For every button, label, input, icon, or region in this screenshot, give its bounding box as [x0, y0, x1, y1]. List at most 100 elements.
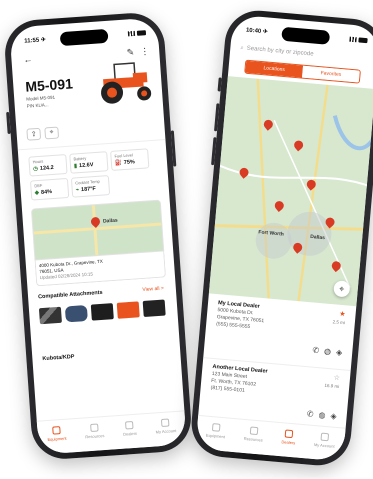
- battery-icon: ▮: [73, 163, 78, 170]
- dealer-locator-screen: 10:40 ✈ ⌕ Search by city or zipcode Loca…: [195, 14, 373, 462]
- stat-value: ⌁ 187°F: [75, 186, 96, 194]
- dealer-pin-icon[interactable]: [325, 217, 335, 229]
- book-icon: [90, 423, 99, 432]
- equipment-meta-model: Model M5-091: [26, 94, 56, 102]
- view-all-link[interactable]: View all >: [142, 286, 164, 293]
- dealer-pin-icon[interactable]: [239, 168, 249, 180]
- globe-icon[interactable]: ◍: [324, 347, 332, 357]
- stat-label: Hours: [32, 158, 44, 165]
- attachment-image[interactable]: [116, 301, 140, 319]
- tab-equipment[interactable]: Equipment: [206, 423, 226, 439]
- equipment-detail-screen: 11:55 ✈ ← ✎ ⋮ M5-091 Model M5-091 PIN KUA…: [9, 17, 187, 455]
- fuel-icon: ⛽: [114, 160, 123, 167]
- equipment-meta-pin: PIN KUA...: [26, 102, 49, 109]
- edit-icon[interactable]: ✎: [126, 47, 134, 58]
- stats-row-1: Hours ◷ 124.2 Battery ▮ 12.6V Fuel Level ⛽ 75%: [28, 148, 150, 177]
- tab-bar: Equipment Resources Dealers My Account: [36, 410, 187, 455]
- user-icon: [320, 432, 330, 442]
- signal-icon: [127, 30, 136, 36]
- attachment-image[interactable]: [38, 306, 62, 325]
- favorite-star-outline-icon[interactable]: ☆: [333, 375, 340, 383]
- stat-card-battery[interactable]: Battery ▮ 12.6V: [69, 151, 109, 174]
- stat-card-coolant[interactable]: Coolant Temp ⌁ 187°F: [70, 175, 111, 198]
- stats-row-2: DEF ◆ 84% Coolant Temp ⌁ 187°F: [29, 175, 111, 201]
- clock-icon: ◷: [32, 166, 39, 173]
- search-input[interactable]: Search by city or zipcode: [246, 46, 313, 58]
- map-pin-label: Dallas: [102, 217, 118, 225]
- volume-button: [6, 111, 11, 135]
- tab-resources[interactable]: Resources: [243, 426, 263, 443]
- mute-switch: [217, 77, 222, 92]
- phone-icon[interactable]: ✆: [312, 346, 319, 356]
- attachments-title: Compatible Attachments: [37, 289, 103, 301]
- directions-icon[interactable]: ◈: [336, 348, 343, 358]
- segment-locations[interactable]: Locations: [245, 60, 304, 78]
- dynamic-island: [59, 28, 109, 47]
- map-road: [91, 205, 99, 256]
- stat-card-hours[interactable]: Hours ◷ 124.2: [28, 154, 68, 177]
- dealer-pin-icon[interactable]: [293, 243, 303, 255]
- store-icon: [125, 420, 134, 430]
- signal-icon: [349, 36, 357, 42]
- location-pin-icon: [91, 217, 101, 229]
- location-map[interactable]: Dallas: [30, 199, 165, 261]
- power-button: [170, 130, 177, 167]
- back-arrow-icon[interactable]: ←: [23, 54, 33, 65]
- attachment-image[interactable]: [64, 304, 88, 323]
- tab-my-account[interactable]: My Account: [314, 432, 336, 449]
- store-icon: [284, 429, 294, 439]
- dealer-distance: 2.5 mi: [332, 319, 346, 326]
- dealer-map[interactable]: Fort Worth Dallas ⌖: [208, 76, 373, 307]
- phone-right: 10:40 ✈ ⌕ Search by city or zipcode Loca…: [188, 7, 373, 469]
- status-time: 11:55 ✈: [24, 36, 47, 45]
- stat-label: DEF: [34, 182, 43, 189]
- dealer-pin-icon[interactable]: [331, 261, 341, 273]
- stat-card-def[interactable]: DEF ◆ 84%: [29, 177, 70, 201]
- tab-dealers[interactable]: Dealers: [122, 420, 137, 437]
- tab-dealers[interactable]: Dealers: [281, 429, 296, 445]
- phone-icon[interactable]: ✆: [307, 409, 314, 419]
- stat-label: Coolant Temp: [75, 178, 100, 186]
- user-icon: [161, 418, 170, 428]
- dealer-pin-icon[interactable]: [294, 140, 304, 152]
- attachment-image[interactable]: [90, 303, 114, 321]
- attachment-image[interactable]: [142, 299, 166, 318]
- stat-card-fuel[interactable]: Fuel Level ⛽ 75%: [110, 148, 150, 171]
- map-roads: [214, 78, 373, 302]
- dealer-actions: ✆ ◍ ◈: [307, 409, 338, 421]
- dealer-distance: 16.9 mi: [324, 382, 340, 390]
- dealer-actions: ✆ ◍ ◈: [312, 346, 343, 358]
- more-vertical-icon[interactable]: ⋮: [140, 45, 150, 57]
- section-title: Kubota/KDP: [42, 353, 75, 363]
- directions-icon[interactable]: ◈: [330, 411, 337, 421]
- stat-value: ⛽ 75%: [114, 159, 136, 167]
- favorite-star-icon[interactable]: ★: [339, 311, 346, 319]
- share-button[interactable]: ⇪: [26, 127, 42, 141]
- tractor-image: [101, 62, 152, 104]
- dealer-card[interactable]: My Local Dealer 5000 Kubota Dr. Grapevin…: [213, 300, 346, 367]
- tab-my-account[interactable]: My Account: [155, 418, 177, 434]
- equipment-model-title: M5-091: [24, 75, 74, 95]
- stat-value: ▮ 12.6V: [73, 162, 94, 170]
- thermometer-icon: ⌁: [75, 187, 80, 194]
- dealer-pin-icon[interactable]: [263, 119, 273, 131]
- phone-left: 11:55 ✈ ← ✎ ⋮ M5-091 Model M5-091 PIN KUA…: [2, 10, 194, 462]
- battery-icon: [136, 29, 147, 36]
- stat-value: ◆ 84%: [34, 189, 53, 197]
- globe-icon[interactable]: ◍: [318, 410, 326, 420]
- def-icon: ◆: [34, 190, 40, 197]
- book-icon: [249, 426, 259, 436]
- segment-favorites[interactable]: Favorites: [302, 65, 360, 83]
- stat-label: Battery: [73, 155, 87, 162]
- battery-icon: [358, 36, 368, 43]
- dealer-pin-icon[interactable]: [306, 179, 316, 191]
- status-time: 10:40 ✈: [245, 27, 269, 35]
- tractor-tab-icon: [211, 423, 221, 432]
- volume-down-button: [211, 137, 217, 166]
- stat-value: ◷ 124.2: [32, 164, 54, 173]
- location-button[interactable]: ⌖: [44, 126, 60, 140]
- tab-resources[interactable]: Resources: [84, 423, 105, 439]
- tab-equipment[interactable]: Equipment: [47, 426, 67, 442]
- dealer-pin-icon[interactable]: [274, 201, 284, 213]
- dynamic-island: [281, 26, 331, 45]
